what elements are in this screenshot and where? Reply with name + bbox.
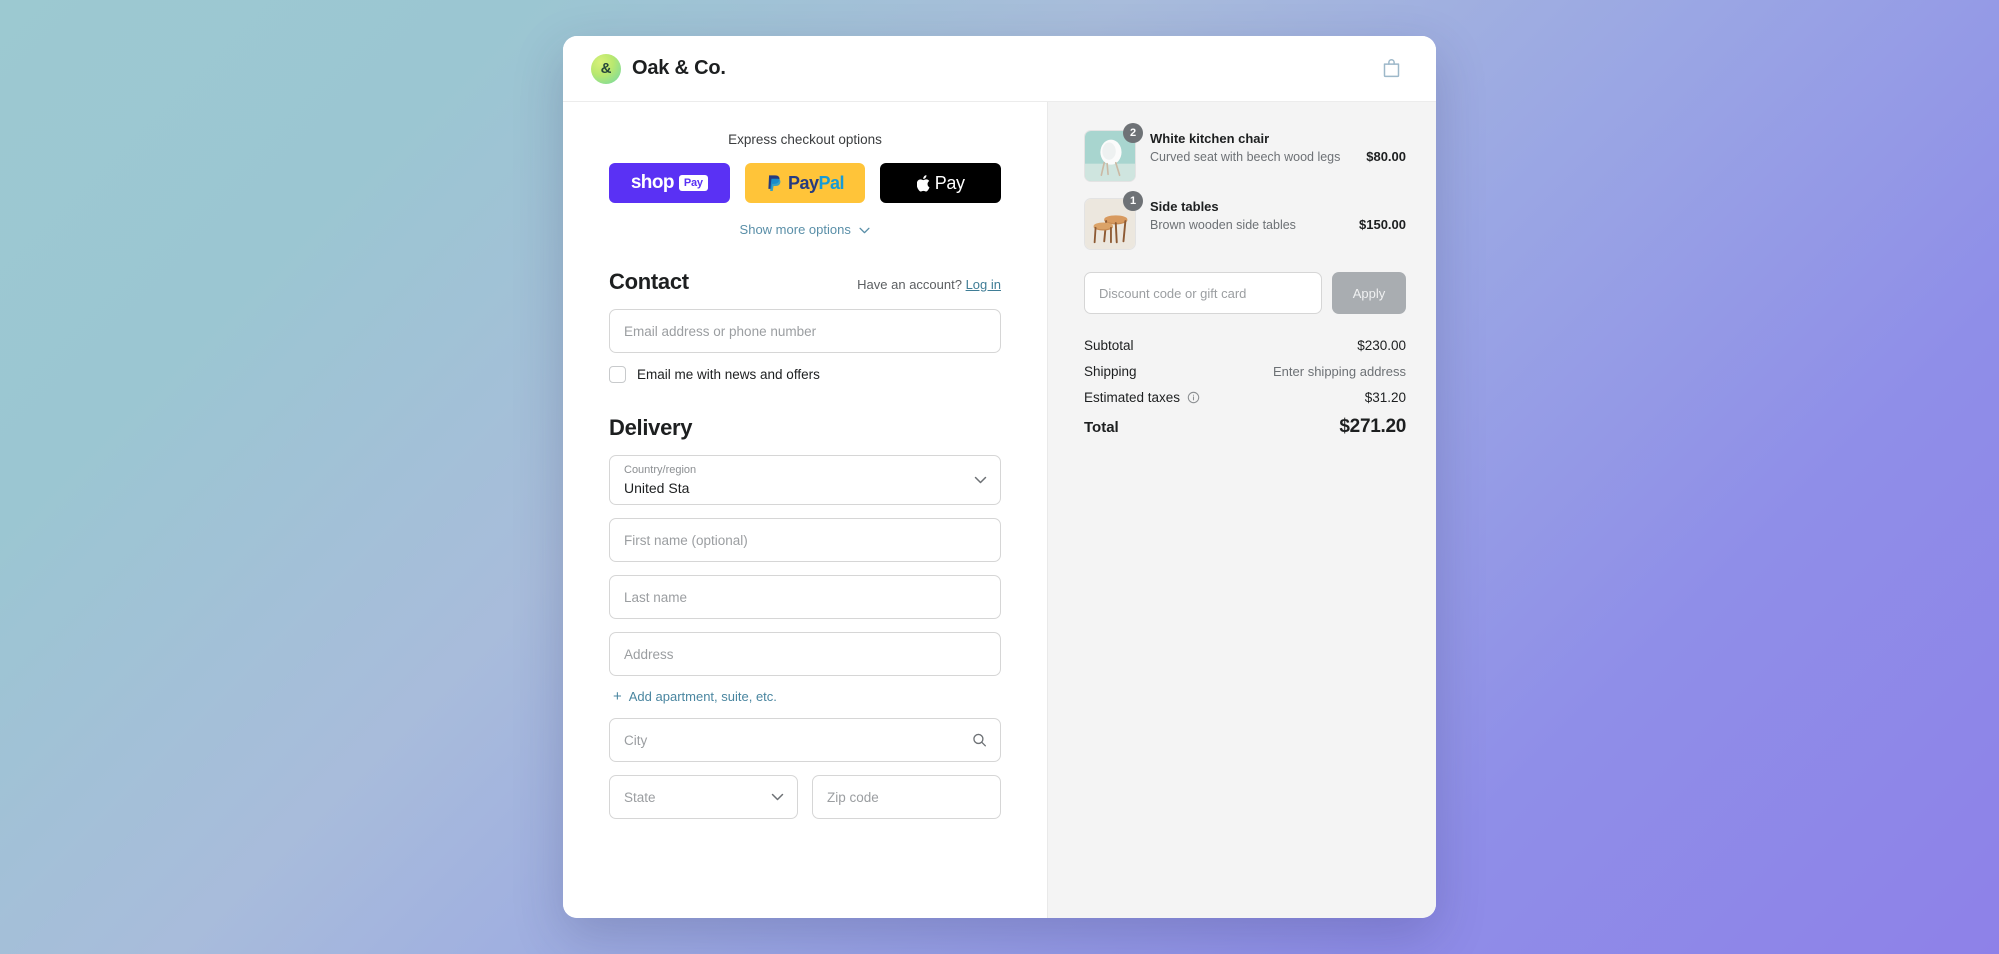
country-region-select[interactable]: Country/region United Sta [609,455,1001,505]
delivery-section-header: Delivery [609,415,1001,441]
product-thumb-wrap: 2 [1084,123,1143,182]
list-item: 2 White kitchen chair Curved seat with b… [1084,123,1406,182]
total-value: $271.20 [1339,416,1406,437]
show-more-options-link[interactable]: Show more options [609,222,1001,237]
estimated-taxes-value: $31.20 [1364,390,1406,405]
estimated-taxes-label-group: Estimated taxes [1084,390,1200,405]
subtotal-value: $230.00 [1357,338,1406,353]
shop-pay-wordmark: shop [630,172,675,193]
first-name-placeholder: First name (optional) [624,532,748,548]
last-name-field[interactable]: Last name [609,575,1001,619]
brand-logo-icon: & [591,53,621,84]
login-link[interactable]: Log in [966,277,1001,292]
paypal-icon [768,174,781,191]
shopping-bag-icon[interactable] [1376,54,1406,84]
apple-pay-button[interactable]: Pay [880,163,1002,203]
product-name: White kitchen chair [1150,131,1270,146]
product-price: $80.00 [1366,149,1406,164]
product-info: White kitchen chair Curved seat with bee… [1150,130,1406,166]
total-label: Total [1084,418,1119,436]
apple-pay-wordmark: Pay [934,172,965,193]
state-placeholder: State [624,789,656,805]
account-note: Have an account? Log in [857,277,1001,292]
quantity-badge: 1 [1123,191,1143,211]
estimated-taxes-line: Estimated taxes $31.20 [1084,390,1406,405]
city-placeholder: City [624,732,648,748]
express-pay-buttons: shop Pay Pay Pal Pay [609,163,1002,203]
paypal-button[interactable]: Pay Pal [744,163,866,203]
product-desc-price-row: Brown wooden side tables $150.00 [1150,217,1406,234]
checkout-card: & Oak & Co. Express checkout options sho… [563,36,1436,918]
apple-logo-icon [916,174,930,192]
product-name: Side tables [1150,199,1219,214]
product-description: Brown wooden side tables [1150,218,1296,232]
shipping-label: Shipping [1084,364,1137,379]
estimated-taxes-label: Estimated taxes [1084,390,1181,405]
product-price: $150.00 [1359,217,1406,232]
brand-name: Oak & Co. [632,57,726,79]
product-info: Side tables Brown wooden side tables $15… [1150,198,1406,234]
product-thumb-wrap: 1 [1084,191,1143,250]
quantity-badge: 2 [1123,123,1143,143]
shipping-line: Shipping Enter shipping address [1084,364,1406,379]
zip-code-field[interactable]: Zip code [812,775,1001,819]
chevron-down-icon [771,793,784,801]
last-name-placeholder: Last name [624,589,688,605]
subtotal-label: Subtotal [1084,338,1134,353]
plus-icon: + [613,688,622,705]
chevron-down-icon [859,222,871,237]
checkout-form-pane: Express checkout options shop Pay Pay Pal [563,102,1047,918]
product-description: Curved seat with beech wood legs [1150,150,1341,164]
newsletter-label: Email me with news and offers [637,367,820,382]
newsletter-checkbox[interactable] [609,366,626,383]
discount-row: Discount code or gift card Apply [1084,272,1406,314]
address-field[interactable]: Address [609,632,1001,676]
discount-code-input[interactable]: Discount code or gift card [1084,272,1322,314]
city-field[interactable]: City [609,718,1001,762]
search-icon[interactable] [972,733,987,748]
card-header: & Oak & Co. [563,36,1436,102]
account-prompt: Have an account? [857,277,962,292]
contact-section-header: Contact Have an account? Log in [609,269,1001,295]
first-name-field[interactable]: First name (optional) [609,518,1001,562]
state-zip-row: State Zip code [609,775,1001,819]
order-summary-pane: 2 White kitchen chair Curved seat with b… [1047,102,1436,918]
email-field[interactable]: Email address or phone number [609,309,1001,353]
apply-discount-button[interactable]: Apply [1332,272,1406,314]
list-item: 1 Side tables Brown wooden side tables $… [1084,191,1406,250]
newsletter-row[interactable]: Email me with news and offers [609,366,1001,383]
card-body: Express checkout options shop Pay Pay Pal [563,102,1436,918]
shop-pay-button[interactable]: shop Pay [609,163,730,203]
add-apartment-label: Add apartment, suite, etc. [628,689,777,704]
paypal-wordmark-pay: Pay [787,172,819,193]
email-placeholder: Email address or phone number [624,323,817,339]
shop-pay-badge: Pay [678,175,708,191]
paypal-wordmark-pal: Pal [818,172,845,193]
address-placeholder: Address [624,646,674,662]
country-region-value: United Sta [624,479,690,496]
express-checkout-label: Express checkout options [728,132,882,147]
brand[interactable]: & Oak & Co. [591,53,726,84]
discount-placeholder: Discount code or gift card [1099,285,1247,301]
show-more-options-label: Show more options [739,222,851,237]
country-region-label: Country/region [624,464,697,477]
chevron-down-icon [974,476,987,484]
info-icon[interactable] [1187,391,1200,404]
state-select[interactable]: State [609,775,798,819]
product-desc-price-row: Curved seat with beech wood legs $80.00 [1150,149,1406,166]
delivery-title: Delivery [609,415,693,440]
shipping-value: Enter shipping address [1273,364,1406,379]
subtotal-line: Subtotal $230.00 [1084,338,1406,353]
zip-code-placeholder: Zip code [827,789,879,805]
add-apartment-link[interactable]: + Add apartment, suite, etc. [613,689,1001,704]
contact-title: Contact [609,269,689,294]
total-line: Total $271.20 [1084,416,1406,438]
